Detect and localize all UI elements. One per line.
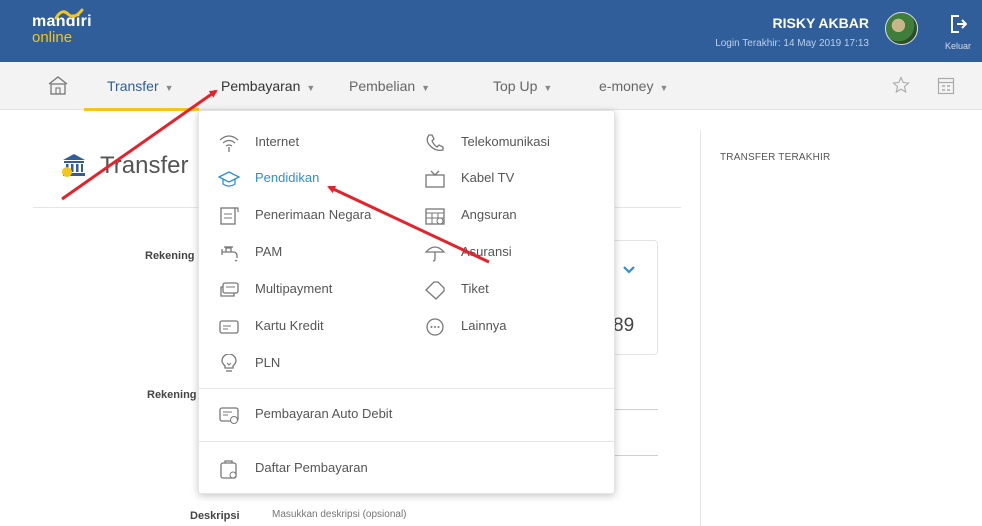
nav-tab-emoney[interactable]: e-money ▼ [599,62,668,110]
logo-wave-icon [54,8,84,20]
chevron-down-icon: ▼ [421,83,431,93]
nav-tab-emoney-label: e-money [599,78,654,94]
menu-item-label: Daftar Pembayaran [255,460,368,475]
menu-item-label: PAM [255,244,283,259]
chevron-down-icon: ▼ [659,83,669,93]
menu-item-label: Internet [255,134,300,149]
sidebar-title: TRANSFER TERAKHIR [720,152,831,163]
menu-item-label: Lainnya [461,318,507,333]
menu-item-label: Pendidikan [255,170,320,185]
chevron-down-icon: ▼ [306,83,316,93]
document-icon [218,206,240,226]
nav-tab-topup-label: Top Up [493,78,538,94]
multipayment-icon [218,280,240,300]
nav-tab-topup[interactable]: Top Up ▼ [493,62,552,110]
nav-tab-transfer[interactable]: Transfer ▼ [84,62,198,111]
rekening-tujuan-label: Rekening [147,389,197,401]
top-header: mandiri online RISKY AKBAR Login Terakhi… [0,0,982,62]
nav-tab-pembelian[interactable]: Pembelian ▼ [349,62,430,110]
wallet-list-icon [218,459,240,479]
lightbulb-icon [218,353,240,374]
menu-item-label: Kabel TV [461,170,515,185]
nav-tab-pembayaran-label: Pembayaran [221,78,301,94]
menu-item-label: Kartu Kredit [255,318,324,333]
home-icon[interactable] [47,75,69,100]
input-underline [612,409,658,410]
logout-button[interactable]: Keluar [938,14,978,51]
menu-item-label: Tiket [461,281,489,296]
main-nav: Transfer ▼ Pembayaran ▼ Pembelian ▼ Top Up ▼… [0,62,982,111]
water-tap-icon [218,243,240,263]
umbrella-icon [424,243,446,263]
logo-text-online: online [32,29,73,46]
menu-divider [199,441,614,442]
more-icon [424,317,446,337]
pembayaran-dropdown-menu: Internet Pendidikan Penerimaan Negara PA… [198,110,615,494]
mandiri-online-logo[interactable]: mandiri online [32,8,92,46]
chevron-down-icon[interactable] [622,262,636,280]
chevron-down-icon: ▼ [164,83,174,93]
account-number-tail: 89 [613,315,635,336]
calendar-icon [424,206,446,226]
tv-icon [424,169,446,189]
user-name: RISKY AKBAR [772,15,869,31]
rekening-sumber-label: Rekening [145,250,195,262]
avatar[interactable] [885,12,918,45]
graduation-cap-icon [217,169,241,189]
sidebar-divider [700,130,701,526]
deskripsi-input[interactable] [272,509,572,520]
menu-item-label: PLN [255,355,281,370]
menu-item-label: Telekomunikasi [461,134,550,149]
menu-item-label: Asuransi [461,244,512,259]
credit-card-icon [218,317,240,337]
menu-item-label: Pembayaran Auto Debit [255,406,393,421]
bank-icon [60,151,88,184]
deskripsi-label: Deskripsi [190,510,240,522]
phone-icon [424,133,446,153]
page-title: Transfer [100,152,189,179]
auto-debit-icon [218,405,240,425]
star-icon[interactable] [892,76,910,99]
logout-icon [951,15,968,33]
wifi-icon [218,133,240,153]
ticket-icon [424,280,446,300]
last-login-text: Login Terakhir: 14 May 2019 17:13 [715,38,869,49]
nav-tab-pembayaran[interactable]: Pembayaran ▼ [221,62,315,110]
logout-label: Keluar [944,41,971,51]
menu-item-label: Multipayment [255,281,333,296]
input-underline [612,455,658,456]
nav-tab-pembelian-label: Pembelian [349,78,416,94]
nav-tab-transfer-label: Transfer [107,78,159,94]
menu-item-label: Angsuran [461,207,517,222]
menu-item-label: Penerimaan Negara [255,207,372,222]
calendar-icon[interactable] [937,76,955,100]
chevron-down-icon: ▼ [543,83,553,93]
menu-divider [199,388,614,389]
